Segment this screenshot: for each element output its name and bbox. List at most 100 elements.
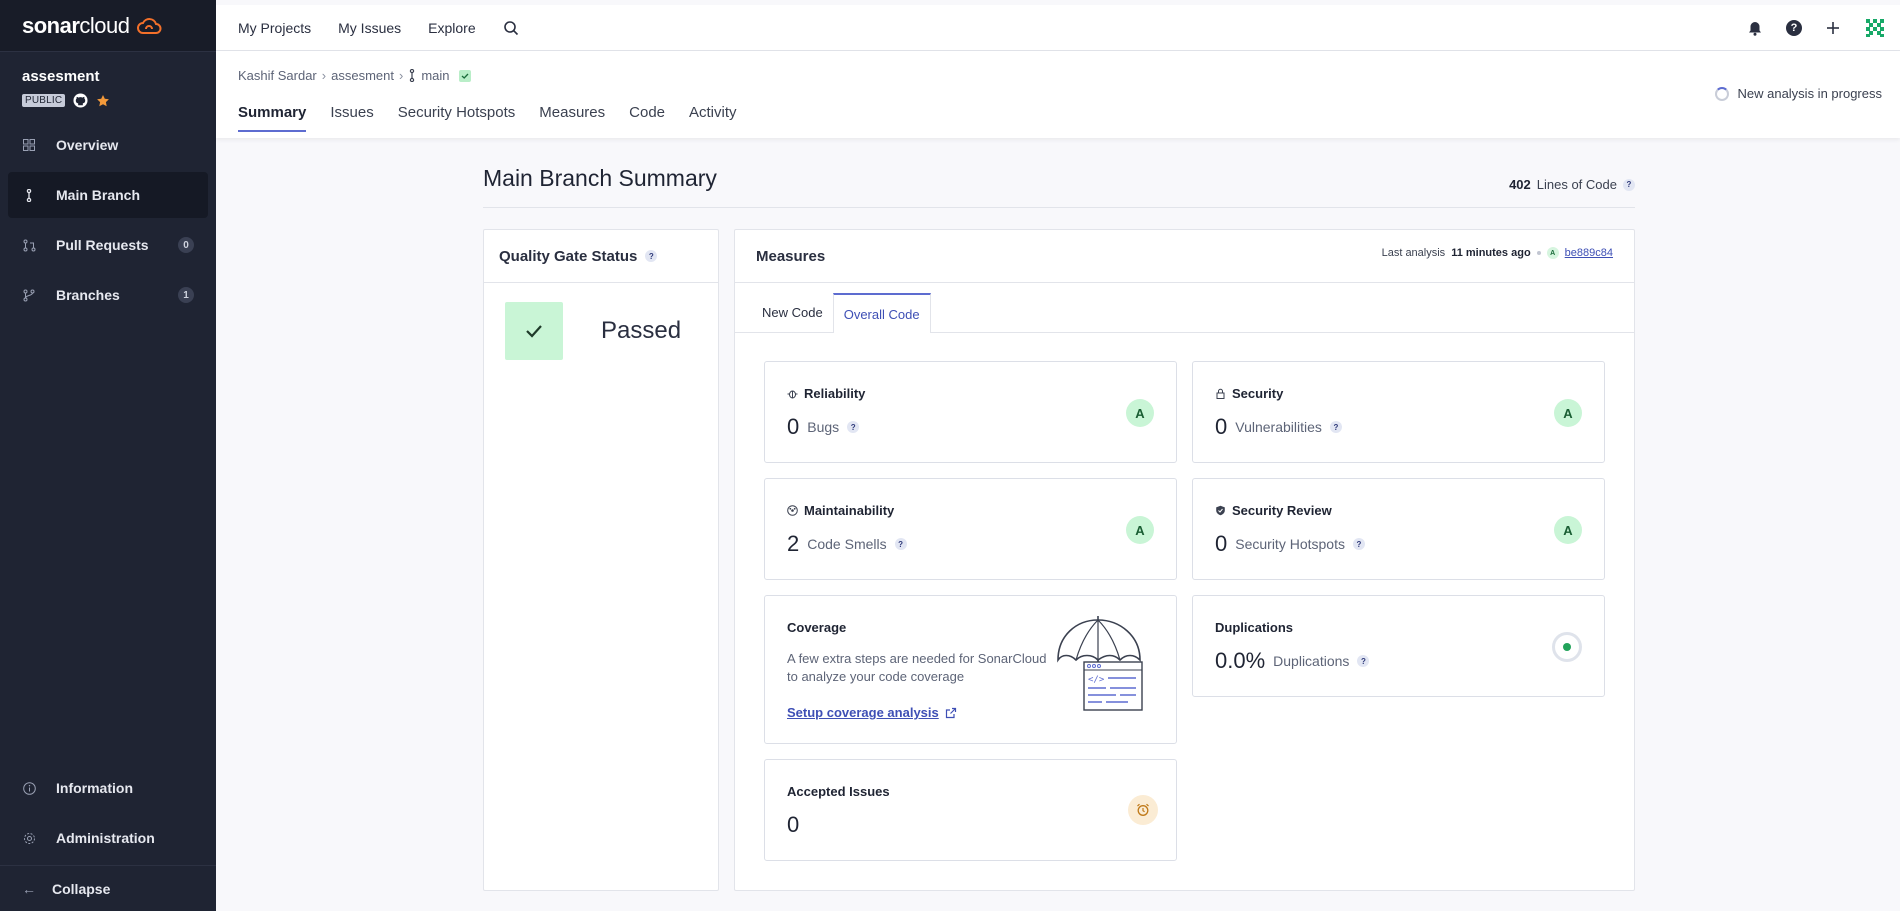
duplications-value[interactable]: 0.0% <box>1215 648 1265 674</box>
nav-my-projects[interactable]: My Projects <box>238 20 311 36</box>
help-icon[interactable]: ? <box>847 421 860 433</box>
breadcrumb-org[interactable]: Kashif Sardar <box>238 68 317 83</box>
breadcrumb-project[interactable]: assesment <box>331 68 394 83</box>
sidebar-item-pull-requests[interactable]: Pull Requests 0 <box>8 222 208 268</box>
maintainability-card[interactable]: Maintainability 2 Code Smells ? A <box>764 478 1177 580</box>
sidebar-item-label: Pull Requests <box>56 237 149 253</box>
help-icon[interactable]: ? <box>1357 655 1370 667</box>
quality-gate-title: Quality Gate Status <box>499 247 638 265</box>
bugs-value[interactable]: 0 <box>787 414 799 440</box>
bell-icon[interactable] <box>1748 21 1762 36</box>
security-card[interactable]: Security 0 Vulnerabilities ? A <box>1192 361 1605 463</box>
setup-coverage-link[interactable]: Setup coverage analysis <box>787 705 957 720</box>
maintainability-title: Maintainability <box>804 503 895 518</box>
pull-request-icon <box>22 238 36 252</box>
help-icon[interactable]: ? <box>645 250 658 262</box>
sidebar-item-label: Administration <box>56 830 155 846</box>
last-analysis: Last analysis 11 minutes ago A be889c84 <box>1382 247 1613 259</box>
duplications-card[interactable]: Duplications 0.0% Duplications ? <box>1192 595 1605 697</box>
help-icon[interactable]: ? <box>1329 421 1342 433</box>
security-review-title: Security Review <box>1232 503 1332 518</box>
dot-separator <box>1536 251 1541 255</box>
maintainability-grade[interactable]: A <box>1126 516 1154 544</box>
tab-new-code[interactable]: New Code <box>752 293 833 332</box>
chevron-right-icon: › <box>398 68 404 83</box>
sidebar-item-main-branch[interactable]: Main Branch <box>8 172 208 218</box>
reliability-card[interactable]: Reliability 0 Bugs ? A <box>764 361 1177 463</box>
measures-tabs: New Code Overall Code <box>735 283 1634 333</box>
sidebar-item-information[interactable]: Information <box>8 765 208 811</box>
tab-issues[interactable]: Issues <box>330 104 373 132</box>
bugs-label: Bugs <box>807 419 840 435</box>
cloud-logo-icon <box>136 17 161 34</box>
plus-icon[interactable] <box>1826 21 1840 35</box>
page-title: Main Branch Summary <box>483 165 717 191</box>
external-link-icon <box>945 707 956 718</box>
sidebar-nav: Overview Main Branch Pull Requests 0 Bra… <box>0 122 216 318</box>
accepted-issues-title: Accepted Issues <box>787 784 890 799</box>
logo-text-bold: sonar <box>22 12 80 38</box>
tab-security-hotspots[interactable]: Security Hotspots <box>398 104 516 132</box>
analysis-status-text: New analysis in progress <box>1737 86 1882 101</box>
duplications-title: Duplications <box>1215 620 1294 635</box>
lines-of-code: 402 Lines of Code ? <box>1509 177 1635 192</box>
coverage-description: A few extra steps are needed for SonarCl… <box>787 651 1047 684</box>
last-analysis-label: Last analysis <box>1381 247 1446 259</box>
reliability-grade[interactable]: A <box>1126 399 1154 427</box>
duplications-label: Duplications <box>1273 653 1350 669</box>
nav-my-issues[interactable]: My Issues <box>338 20 401 36</box>
security-review-grade[interactable]: A <box>1554 516 1582 544</box>
nav-explore[interactable]: Explore <box>428 20 475 36</box>
commit-hash-link[interactable]: be889c84 <box>1565 247 1613 259</box>
maintainability-icon <box>787 505 798 516</box>
accepted-issues-card[interactable]: Accepted Issues 0 <box>764 759 1177 861</box>
security-grade[interactable]: A <box>1554 399 1582 427</box>
main-content: Main Branch Summary 402 Lines of Code ? … <box>483 165 1635 891</box>
help-icon[interactable]: ? <box>1623 178 1635 191</box>
tab-overall-code[interactable]: Overall Code <box>832 293 931 333</box>
tab-summary[interactable]: Summary <box>238 104 307 132</box>
accepted-issues-value[interactable]: 0 <box>787 812 799 838</box>
sidebar-item-branches[interactable]: Branches 1 <box>8 272 208 318</box>
commit-grade-badge: A <box>1546 247 1559 259</box>
spinner-icon <box>1715 86 1730 101</box>
visibility-badge: PUBLIC <box>22 94 66 107</box>
star-icon[interactable] <box>96 94 110 108</box>
info-icon <box>22 781 36 795</box>
help-icon[interactable]: ? <box>1786 20 1802 36</box>
security-hotspots-label: Security Hotspots <box>1235 536 1345 552</box>
divider <box>483 207 1635 208</box>
security-title: Security <box>1232 386 1284 401</box>
sidebar-item-label: Information <box>56 780 133 796</box>
breadcrumb-branch[interactable]: main <box>421 68 449 83</box>
user-avatar[interactable] <box>1864 17 1886 39</box>
github-icon[interactable] <box>73 93 88 108</box>
sidebar-item-overview[interactable]: Overview <box>8 122 208 168</box>
help-icon[interactable]: ? <box>1352 538 1365 550</box>
sonarcloud-logo[interactable]: sonarcloud <box>0 0 216 52</box>
vulnerabilities-value[interactable]: 0 <box>1215 414 1227 440</box>
tab-code[interactable]: Code <box>629 104 665 132</box>
branches-icon <box>22 288 36 302</box>
sidebar-item-label: Main Branch <box>56 187 141 203</box>
pull-requests-count: 0 <box>178 237 194 253</box>
tab-measures[interactable]: Measures <box>539 104 605 132</box>
reliability-title: Reliability <box>804 386 866 401</box>
tab-activity[interactable]: Activity <box>689 104 737 132</box>
duplications-dot <box>1563 643 1571 651</box>
code-smells-value[interactable]: 2 <box>787 531 799 557</box>
overview-icon <box>22 138 36 152</box>
project-name[interactable]: assesment <box>22 68 194 85</box>
search-icon[interactable] <box>503 20 519 36</box>
sidebar-item-administration[interactable]: Administration <box>8 815 208 861</box>
lock-icon <box>1216 388 1225 399</box>
collapse-button[interactable]: ← Collapse <box>0 865 216 911</box>
security-hotspots-value[interactable]: 0 <box>1215 531 1227 557</box>
sidebar: sonarcloud assesment PUBLIC Overview Mai… <box>0 0 216 911</box>
last-analysis-time: 11 minutes ago <box>1451 247 1531 259</box>
quality-gate-panel: Quality Gate Status ? Passed <box>483 229 719 891</box>
code-smells-label: Code Smells <box>807 536 887 552</box>
help-icon[interactable]: ? <box>894 538 907 550</box>
sidebar-item-label: Overview <box>56 137 119 153</box>
security-review-card[interactable]: Security Review 0 Security Hotspots ? A <box>1192 478 1605 580</box>
